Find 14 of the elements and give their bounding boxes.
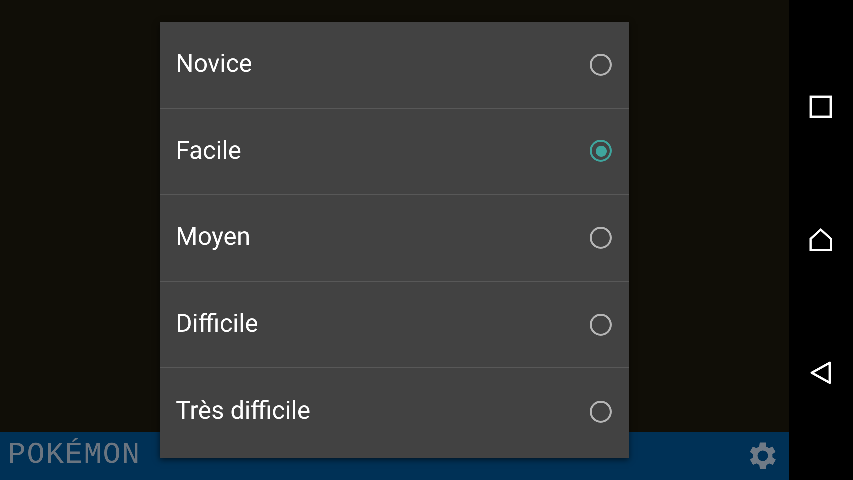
recent-apps-icon[interactable]: [809, 94, 833, 119]
option-row[interactable]: Très difficile: [160, 368, 629, 455]
radio-button[interactable]: [590, 314, 612, 336]
app-title: POKÉMON: [8, 439, 142, 473]
option-row[interactable]: Facile: [160, 108, 629, 196]
radio-button[interactable]: [590, 226, 612, 249]
radio-button[interactable]: [590, 400, 612, 423]
option-row[interactable]: Moyen: [160, 195, 629, 282]
radio-button[interactable]: [590, 140, 612, 162]
option-row[interactable]: Difficile: [160, 282, 629, 368]
back-icon[interactable]: [809, 361, 833, 386]
home-icon[interactable]: [809, 228, 833, 252]
radio-button[interactable]: [590, 54, 612, 76]
option-row[interactable]: Novice: [160, 22, 629, 109]
